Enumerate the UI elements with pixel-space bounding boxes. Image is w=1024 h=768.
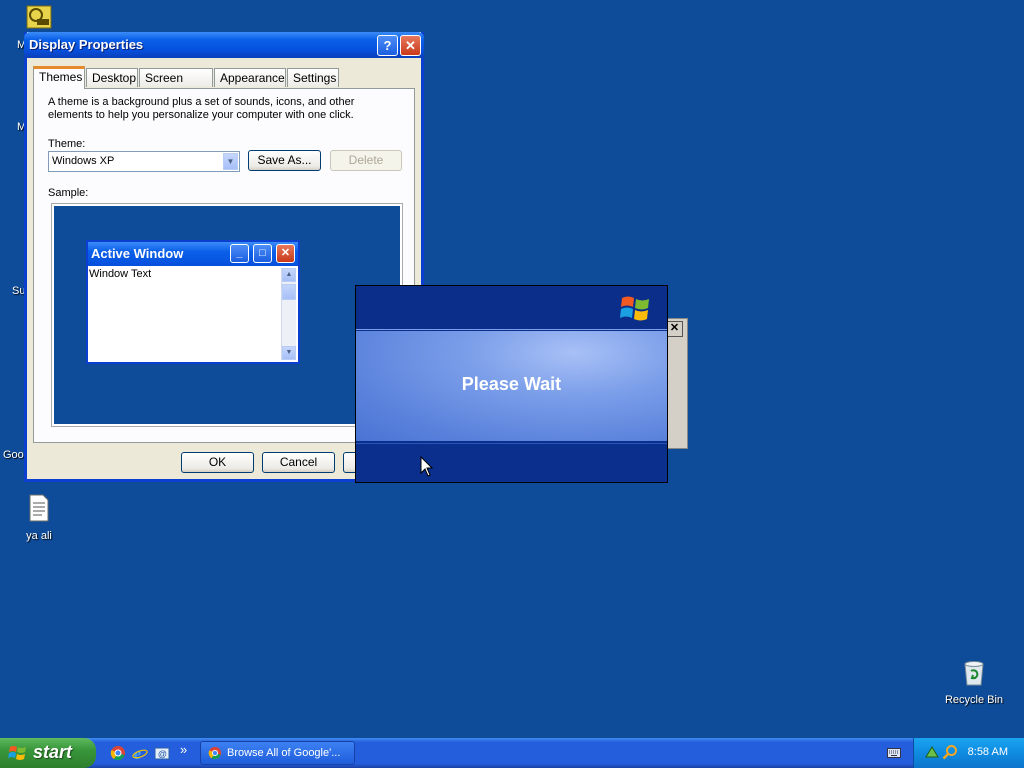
scroll-thumb (282, 284, 296, 300)
close-icon: ✕ (276, 244, 295, 263)
taskbar-item-label: Browse All of Google'... (227, 747, 341, 759)
theme-sample-preview: Active Window _ □ ✕ Window Text ▲ ▼ (51, 203, 403, 427)
windows-logo-icon (8, 746, 26, 760)
help-icon: ? (383, 38, 392, 53)
window-title: Display Properties (29, 37, 144, 52)
clock[interactable]: 8:58 AM (968, 746, 1008, 758)
tab-settings[interactable]: Settings (287, 68, 339, 87)
cancel-button[interactable]: Cancel (262, 452, 335, 473)
sample-window-title: Active Window (91, 246, 184, 261)
chrome-icon (208, 746, 222, 760)
sample-window-body: Window Text ▲ ▼ (88, 266, 298, 362)
tab-appearance[interactable]: Appearance (214, 68, 286, 87)
please-wait-body: Please Wait (356, 331, 667, 441)
system-tray: 8:58 AM (913, 738, 1024, 768)
internet-explorer-icon[interactable]: e (132, 745, 148, 761)
sample-window-titlebar: Active Window _ □ ✕ (88, 242, 298, 266)
desktop-icon-ya-ali[interactable]: ya ali (9, 493, 69, 542)
chrome-icon[interactable] (110, 745, 126, 761)
background-dialog-close-button[interactable]: ✕ (666, 321, 683, 337)
taskbar: start e @ » Browse All of Google'... 8:5… (0, 738, 1024, 768)
start-button[interactable]: start (0, 738, 96, 768)
taskbar-item-chrome[interactable]: Browse All of Google'... (200, 741, 355, 765)
close-icon: ✕ (669, 322, 680, 334)
please-wait-footer (356, 443, 667, 482)
search-icon[interactable] (942, 744, 958, 760)
quick-launch-chevron-icon[interactable]: » (180, 742, 187, 757)
please-wait-header (356, 286, 667, 330)
scroll-down-icon: ▼ (282, 346, 296, 360)
desktop-icon-recycle-bin[interactable]: Recycle Bin (944, 657, 1004, 706)
mouse-cursor-icon (420, 456, 434, 477)
text-document-icon (29, 494, 49, 522)
chevron-down-icon[interactable]: ▼ (223, 153, 238, 170)
desktop-icon-label: ya ali (26, 530, 52, 542)
scroll-up-icon: ▲ (282, 268, 296, 282)
tab-screen-saver[interactable]: Screen Saver (139, 68, 213, 103)
help-button[interactable]: ? (377, 35, 398, 56)
sample-window-text: Window Text (89, 268, 152, 280)
outlook-express-icon[interactable]: @ (154, 745, 170, 761)
partial-desktop-label: Goo (3, 449, 24, 461)
theme-dropdown[interactable]: Windows XP ▼ (48, 151, 240, 172)
please-wait-message: Please Wait (461, 374, 562, 394)
close-button[interactable]: ✕ (400, 35, 421, 56)
sample-label: Sample: (48, 187, 89, 199)
desktop-icon-label: Recycle Bin (944, 694, 1004, 706)
theme-label: Theme: (48, 138, 86, 150)
tab-desktop[interactable]: Desktop (86, 68, 138, 87)
shortcut-icon (26, 5, 52, 29)
sample-scrollbar: ▲ ▼ (281, 268, 296, 360)
delete-button[interactable]: Delete (330, 150, 402, 171)
please-wait-dialog: Please Wait (355, 285, 668, 483)
start-label: start (33, 742, 73, 762)
ok-button[interactable]: OK (181, 452, 254, 473)
theme-dropdown-value: Windows XP (52, 155, 115, 167)
window-titlebar[interactable]: Display Properties ? ✕ (24, 32, 424, 58)
maximize-icon: □ (253, 244, 272, 263)
recycle-bin-icon (964, 661, 984, 686)
tab-themes[interactable]: Themes (33, 66, 85, 89)
keyboard-icon[interactable] (887, 747, 901, 759)
save-as-button[interactable]: Save As... (248, 150, 321, 171)
theme-description: A theme is a background plus a set of so… (48, 96, 355, 121)
minimize-icon: _ (230, 244, 249, 263)
close-icon: ✕ (405, 38, 416, 53)
windows-logo-icon (620, 296, 649, 321)
sample-active-window: Active Window _ □ ✕ Window Text ▲ ▼ (86, 240, 300, 364)
svg-text:@: @ (158, 749, 167, 759)
network-icon[interactable] (924, 744, 940, 760)
